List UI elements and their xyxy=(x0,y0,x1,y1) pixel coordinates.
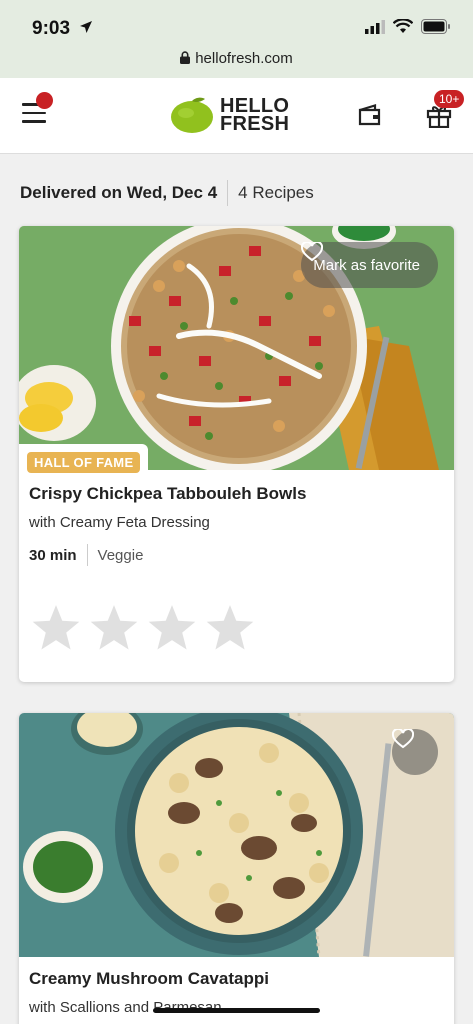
status-time: 9:03 xyxy=(32,18,71,39)
divider xyxy=(86,544,88,566)
delivery-info: Delivered on Wed, Dec 4 4 Recipes xyxy=(20,180,314,206)
mushroom-cavatappi-image xyxy=(19,713,454,957)
system-icons xyxy=(365,19,451,34)
wallet-icon[interactable] xyxy=(358,104,382,126)
cook-time: 30 min xyxy=(29,546,77,564)
recipe-subtitle: with Creamy Feta Dressing xyxy=(29,514,210,531)
home-indicator xyxy=(153,1008,320,1013)
recipe-title[interactable]: Crispy Chickpea Tabbouleh Bowls xyxy=(19,484,316,504)
favorite-label: Mark as favorite xyxy=(313,256,420,274)
star-icon[interactable] xyxy=(147,604,197,652)
mark-favorite-button[interactable]: Mark as favorite xyxy=(301,242,438,288)
menu-notification-dot xyxy=(36,92,53,109)
lock-icon xyxy=(180,51,191,64)
recipe-tag: Veggie xyxy=(97,546,144,564)
logo-line2: FRESH xyxy=(220,113,290,135)
heart-outline-icon xyxy=(392,729,414,749)
lime-logo-icon xyxy=(171,97,213,133)
badge-container: HALL OF FAME xyxy=(19,444,149,479)
star-icon[interactable] xyxy=(205,604,255,652)
recipe-card[interactable]: Mark as favorite HALL OF FAME Crispy Chi… xyxy=(19,226,454,682)
cart-count-badge: 10+ xyxy=(434,90,465,108)
url-text: hellofresh.com xyxy=(195,50,293,67)
rating-stars[interactable] xyxy=(31,604,255,652)
star-icon[interactable] xyxy=(31,604,81,652)
divider xyxy=(227,180,229,206)
recipe-title[interactable]: Creamy Mushroom Cavatappi xyxy=(19,969,279,989)
url-bar[interactable]: hellofresh.com xyxy=(0,50,473,67)
hellofresh-logo[interactable]: HELLO FRESH xyxy=(170,96,289,134)
wifi-icon xyxy=(393,19,413,33)
signal-icon xyxy=(365,19,385,34)
hall-of-fame-badge: HALL OF FAME xyxy=(27,452,141,473)
recipe-photo[interactable]: Mark as favorite xyxy=(19,226,454,470)
location-arrow-icon xyxy=(80,21,92,33)
recipe-count: 4 Recipes xyxy=(238,183,314,202)
status-bar: 9:03 hellofresh.com xyxy=(0,0,473,78)
star-icon[interactable] xyxy=(89,604,139,652)
site-header: HELLO FRESH 10+ xyxy=(0,78,473,154)
favorite-button[interactable] xyxy=(392,729,438,775)
recipe-card[interactable]: Creamy Mushroom Cavatappi with Scallions… xyxy=(19,713,454,1024)
delivery-date: Delivered on Wed, Dec 4 xyxy=(20,183,218,202)
battery-icon xyxy=(421,19,450,34)
recipe-meta: 30 min Veggie xyxy=(29,544,143,566)
heart-outline-icon xyxy=(301,242,324,262)
recipe-photo[interactable] xyxy=(19,713,454,957)
